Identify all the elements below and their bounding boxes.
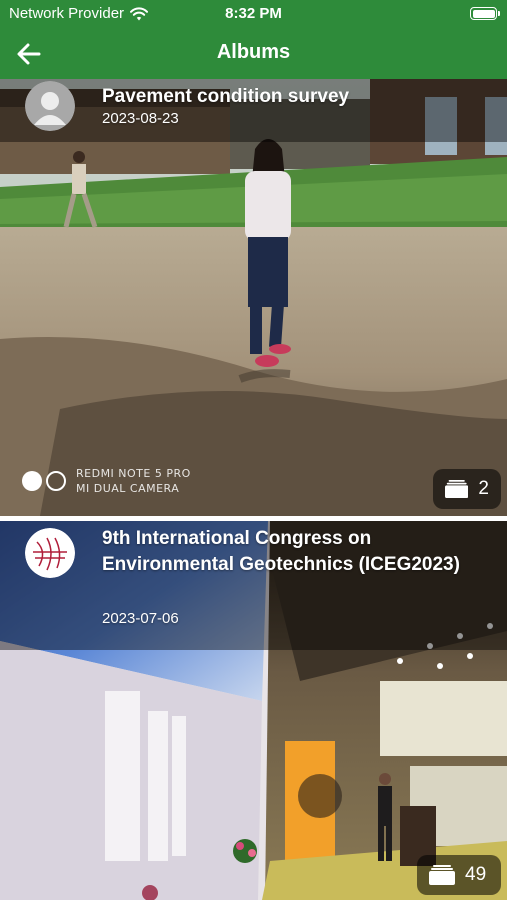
album-card-iceg2023[interactable]: 9th International Congress on Environmen… — [0, 521, 507, 900]
camera-watermark-text: REDMI NOTE 5 PRO MI DUAL CAMERA — [76, 467, 191, 495]
conference-logo-avatar — [25, 528, 75, 578]
photo-count: 49 — [465, 864, 487, 885]
status-bar: Network Provider 8:32 PM — [0, 0, 507, 28]
camera-watermark: REDMI NOTE 5 PRO MI DUAL CAMERA — [22, 466, 191, 496]
album-title: Pavement condition survey — [102, 86, 350, 107]
photo-count-badge: 49 — [417, 855, 501, 895]
camera-watermark-logo — [22, 471, 66, 491]
photo-stack-icon — [445, 479, 469, 499]
default-user-avatar — [25, 81, 75, 131]
photo-stack-icon — [429, 865, 455, 885]
photo-count: 2 — [478, 478, 489, 499]
album-date: 2023-07-06 — [102, 610, 179, 627]
album-date: 2023-08-23 — [102, 110, 179, 127]
page-title: Albums — [216, 41, 291, 63]
app-bar: Albums — [0, 28, 507, 79]
photo-count-badge: 2 — [433, 469, 501, 509]
status-time: 8:32 PM — [225, 5, 282, 22]
album-title: 9th International Congress on Environmen… — [102, 528, 460, 575]
album-card-pavement[interactable]: Pavement condition survey 2023-08-23 RED… — [0, 79, 507, 516]
battery-icon — [470, 7, 500, 20]
album-cover-photo — [0, 79, 507, 516]
